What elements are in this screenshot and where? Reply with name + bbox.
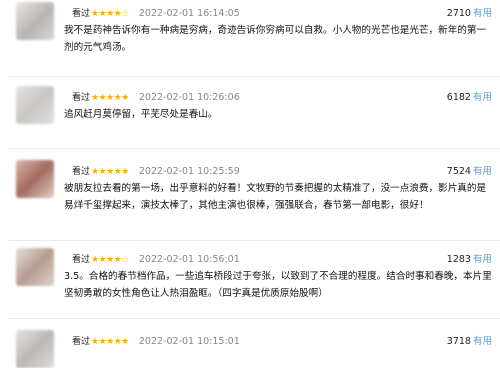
- review-time: 2022-02-01 10:26:06: [138, 92, 240, 103]
- review-text: 我不是药神告诉你有一种病是穷病，奇迹告诉你穷病可以自救。小人物的光芒也是光芒，新…: [64, 25, 487, 53]
- review-item: 看过★★★★★ 2022-02-01 10:15:01 3718 有用: [0, 330, 500, 368]
- watched-status: 看过: [72, 9, 91, 19]
- review-text: 被朋友拉去看的第一场，出乎意料的好看！文牧野的节奏把握的太精准了，没一点浪费，影…: [64, 183, 487, 211]
- review-meta: 看过★★★★☆ 2022-02-01 10:56:01 1283 有用: [72, 251, 496, 269]
- useful-vote[interactable]: 1283 有用: [447, 251, 492, 269]
- vote-count: 2710: [446, 8, 471, 19]
- review-item: 看过★★★★★ 2022-02-01 10:26:06 6182 有用 追风赶月莫停…: [0, 86, 500, 164]
- review-meta: 看过★★★★☆ 2022-02-01 16:14:05 2710 有用: [72, 5, 496, 23]
- watched-status: 看过: [72, 337, 91, 347]
- rating-stars: ★★★★★: [91, 167, 129, 177]
- rating-stars: ★★★★☆: [91, 255, 129, 265]
- review-meta: 看过★★★★★ 2022-02-01 10:26:06 6182 有用: [72, 89, 496, 107]
- review-time: 2022-02-01 10:25:59: [138, 166, 240, 177]
- useful-button[interactable]: 有用: [473, 254, 492, 265]
- avatar[interactable]: [16, 248, 54, 286]
- avatar[interactable]: [16, 86, 54, 124]
- vote-count: 7524: [446, 166, 471, 177]
- review-time: 2022-02-01 10:15:01: [138, 336, 240, 347]
- review-item: 看过★★★★★ 2022-02-01 10:25:59 7524 有用 被朋友拉去看…: [0, 160, 500, 238]
- review-meta: 看过★★★★★ 2022-02-01 10:15:01 3718 有用: [72, 333, 496, 351]
- vote-count: 3718: [446, 336, 471, 347]
- avatar[interactable]: [16, 160, 54, 198]
- vote-count: 6182: [446, 92, 471, 103]
- rating-stars: ★★★★★: [91, 337, 129, 347]
- useful-button[interactable]: 有用: [473, 166, 492, 177]
- review-list: 看过★★★★☆ 2022-02-01 16:14:05 2710 有用 我不是药神告…: [0, 0, 500, 368]
- useful-button[interactable]: 有用: [473, 336, 492, 347]
- useful-vote[interactable]: 7524 有用: [447, 163, 492, 181]
- rating-stars: ★★★★☆: [91, 9, 129, 19]
- review-item: 看过★★★★☆ 2022-02-01 16:14:05 2710 有用 我不是药神告…: [0, 2, 500, 80]
- divider: [8, 76, 500, 77]
- divider: [8, 240, 500, 241]
- watched-status: 看过: [72, 93, 91, 103]
- useful-button[interactable]: 有用: [473, 92, 492, 103]
- rating-stars: ★★★★★: [91, 93, 129, 103]
- useful-vote[interactable]: 2710 有用: [447, 5, 492, 23]
- vote-count: 1283: [446, 254, 471, 265]
- avatar[interactable]: [16, 330, 54, 368]
- divider: [8, 148, 500, 149]
- review-text: 3.5。合格的春节档作品，一些追车桥段过于夸张，以致到了不合理的程度。结合时事和…: [64, 271, 492, 299]
- divider: [8, 318, 500, 319]
- watched-status: 看过: [72, 167, 91, 177]
- review-item: 看过★★★★☆ 2022-02-01 10:56:01 1283 有用 3.5。合格…: [0, 248, 500, 326]
- useful-vote[interactable]: 6182 有用: [447, 89, 492, 107]
- watched-status: 看过: [72, 255, 91, 265]
- useful-vote[interactable]: 3718 有用: [447, 333, 492, 351]
- review-time: 2022-02-01 16:14:05: [138, 8, 240, 19]
- review-time: 2022-02-01 10:56:01: [138, 254, 240, 265]
- review-text: 追风赶月莫停留，平芜尽处是春山。: [64, 109, 218, 120]
- avatar[interactable]: [16, 2, 54, 40]
- useful-button[interactable]: 有用: [473, 8, 492, 19]
- review-meta: 看过★★★★★ 2022-02-01 10:25:59 7524 有用: [72, 163, 496, 181]
